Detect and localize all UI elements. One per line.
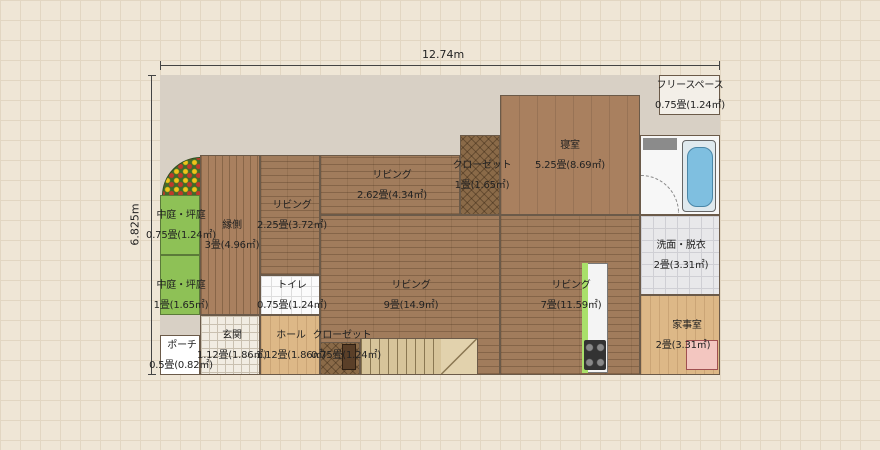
closet-lower-area: 0.75畳(1.24㎡): [311, 350, 381, 361]
courtyard-2-area: 1畳(1.65㎡): [153, 300, 209, 311]
free-space-area: 0.75畳(1.24㎡): [655, 100, 725, 111]
washroom-area: 2畳(3.31㎡): [653, 260, 709, 271]
hall-room[interactable]: [260, 315, 320, 375]
courtyard-1-area: 0.75畳(1.24㎡): [146, 230, 216, 241]
closet-lower-name: クローゼット: [312, 330, 372, 341]
washroom-room[interactable]: [640, 215, 720, 295]
living-upper-area: 2.62畳(4.34㎡): [357, 190, 427, 201]
entrance-name: 玄関: [222, 330, 242, 341]
living-center-name: リビング: [391, 280, 431, 291]
living-left-room[interactable]: [260, 155, 320, 275]
living-left-name: リビング: [272, 200, 312, 211]
height-tick-bottom: [148, 374, 156, 375]
closet-upper-name: クローゼット: [452, 160, 512, 171]
courtyard-1-room[interactable]: [160, 195, 200, 255]
living-right-area: 7畳(11.59㎡): [540, 300, 602, 311]
washroom-name: 洗面・脱衣: [656, 240, 706, 251]
living-left-area: 2.25畳(3.72㎡): [257, 220, 327, 231]
width-tick-right: [719, 61, 720, 70]
plant-icon: [162, 157, 200, 195]
closet-upper-room[interactable]: [460, 135, 500, 215]
width-dimension-line: [160, 65, 720, 66]
living-upper-name: リビング: [372, 170, 412, 181]
bedroom-name: 寝室: [560, 140, 580, 151]
engawa-name: 縁側: [222, 220, 242, 231]
toilet-name: トイレ: [277, 280, 307, 291]
porch-name: ポーチ: [167, 340, 197, 351]
housework-name: 家事室: [672, 320, 702, 331]
height-dimension-label: 6.825m: [128, 203, 142, 246]
living-center-area: 9畳(14.9㎡): [383, 300, 439, 311]
height-tick-top: [148, 75, 156, 76]
living-right-room[interactable]: [500, 215, 640, 375]
living-right-name: リビング: [551, 280, 591, 291]
hall-name: ホール: [276, 330, 306, 341]
width-dimension-label: 12.74m: [422, 48, 465, 61]
bedroom-room[interactable]: [500, 95, 640, 215]
free-space-name: フリースペース: [656, 80, 724, 91]
garden-corner: [160, 155, 200, 195]
housework-area: 2畳(3.31㎡): [655, 340, 711, 351]
bath-fixtures: [643, 138, 677, 150]
stove-icon: [584, 340, 606, 370]
bathtub-icon: [682, 140, 716, 212]
living-upper-room[interactable]: [320, 155, 460, 215]
courtyard-1-name: 中庭・坪庭: [156, 210, 206, 221]
closet-upper-area: 1畳(1.65㎡): [454, 180, 510, 191]
width-tick-left: [160, 61, 161, 70]
bedroom-area: 5.25畳(8.69㎡): [535, 160, 605, 171]
toilet-area: 0.75畳(1.24㎡): [257, 300, 327, 311]
courtyard-2-name: 中庭・坪庭: [156, 280, 206, 291]
height-dimension-line: [151, 75, 152, 375]
